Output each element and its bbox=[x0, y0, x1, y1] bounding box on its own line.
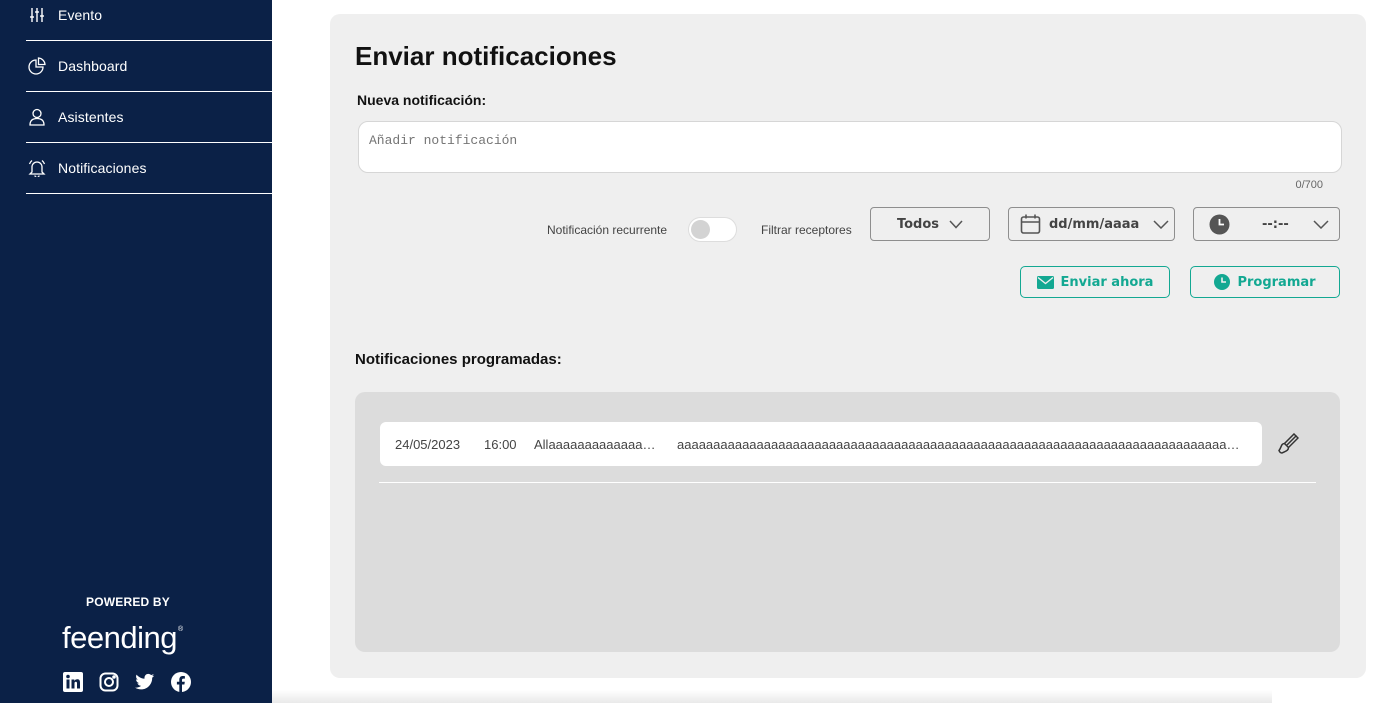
sidebar-item-label: Notificaciones bbox=[58, 160, 147, 176]
recurrent-label: Notificación recurrente bbox=[547, 223, 668, 237]
chevron-down-icon bbox=[1153, 219, 1169, 229]
list-item[interactable]: 24/05/2023 16:00 Allaaaaaaaaaaaaaaa aaaaa… bbox=[380, 422, 1262, 466]
twitter-icon[interactable] bbox=[134, 671, 156, 693]
brand-mark: ® bbox=[177, 626, 183, 633]
facebook-icon[interactable] bbox=[170, 671, 192, 693]
send-notifications-panel: Enviar notificaciones Nueva notificación… bbox=[330, 14, 1366, 678]
receivers-select[interactable]: Todos bbox=[870, 207, 990, 241]
time-value: --:-- bbox=[1262, 216, 1289, 232]
sidebar-item-evento[interactable]: Evento bbox=[26, 0, 272, 41]
sliders-icon bbox=[27, 5, 47, 25]
list-divider bbox=[379, 482, 1316, 483]
schedule-label: Programar bbox=[1237, 274, 1316, 290]
brand-name: feending bbox=[62, 620, 177, 655]
linkedin-icon[interactable] bbox=[62, 671, 84, 693]
chevron-down-icon bbox=[1313, 219, 1329, 229]
filter-receivers-label: Filtrar receptores bbox=[761, 223, 852, 237]
user-icon bbox=[27, 107, 47, 127]
notification-textarea[interactable] bbox=[358, 121, 1342, 173]
sidebar-item-asistentes[interactable]: Asistentes bbox=[26, 92, 272, 143]
sidebar-item-label: Evento bbox=[58, 7, 103, 23]
calendar-icon bbox=[1020, 214, 1041, 234]
envelope-icon bbox=[1036, 275, 1054, 289]
scheduled-message: aaaaaaaaaaaaaaaaaaaaaaaaaaaaaaaaaaaaaaaa… bbox=[677, 436, 1245, 452]
sidebar-item-notificaciones[interactable]: Notificaciones bbox=[26, 143, 272, 194]
sidebar-item-label: Dashboard bbox=[58, 58, 128, 74]
scheduled-time: 16:00 bbox=[484, 436, 517, 452]
send-now-label: Enviar ahora bbox=[1060, 274, 1154, 290]
character-counter: 0/700 bbox=[1295, 179, 1323, 191]
new-notification-label: Nueva notificación: bbox=[357, 92, 487, 108]
date-select[interactable]: dd/mm/aaaa bbox=[1008, 207, 1175, 241]
bell-icon bbox=[27, 158, 47, 178]
clock-icon bbox=[1214, 274, 1231, 290]
powered-by-label: POWERED BY bbox=[85, 595, 170, 609]
recurrent-toggle[interactable] bbox=[688, 217, 737, 242]
social-links bbox=[62, 671, 192, 693]
bottom-edge bbox=[272, 690, 1272, 703]
time-select[interactable]: --:-- bbox=[1193, 207, 1340, 241]
scheduled-date: 24/05/2023 bbox=[395, 436, 461, 452]
chevron-down-icon bbox=[949, 219, 963, 229]
scheduled-list: 24/05/2023 16:00 Allaaaaaaaaaaaaaaa aaaaa… bbox=[355, 392, 1340, 652]
page-title: Enviar notificaciones bbox=[355, 41, 617, 71]
edit-brush-icon[interactable] bbox=[1277, 432, 1300, 455]
receivers-value: Todos bbox=[896, 216, 940, 232]
scheduled-title-text: Allaaaaaaaaaaaaaaaaaaaaa bbox=[534, 436, 660, 452]
sidebar-item-label: Asistentes bbox=[58, 109, 124, 125]
send-now-button[interactable]: Enviar ahora bbox=[1020, 266, 1170, 298]
brand-logo: feending® bbox=[62, 620, 183, 656]
clock-icon bbox=[1209, 214, 1230, 234]
sidebar: Evento Dashboard Asistentes Notificacion… bbox=[0, 0, 272, 703]
schedule-button[interactable]: Programar bbox=[1190, 266, 1340, 298]
instagram-icon[interactable] bbox=[98, 671, 120, 693]
date-value: dd/mm/aaaa bbox=[1049, 216, 1140, 232]
toggle-knob bbox=[691, 220, 710, 239]
scheduled-title: Notificaciones programadas: bbox=[355, 351, 562, 368]
pie-chart-icon bbox=[27, 56, 47, 76]
sidebar-item-dashboard[interactable]: Dashboard bbox=[26, 41, 272, 92]
